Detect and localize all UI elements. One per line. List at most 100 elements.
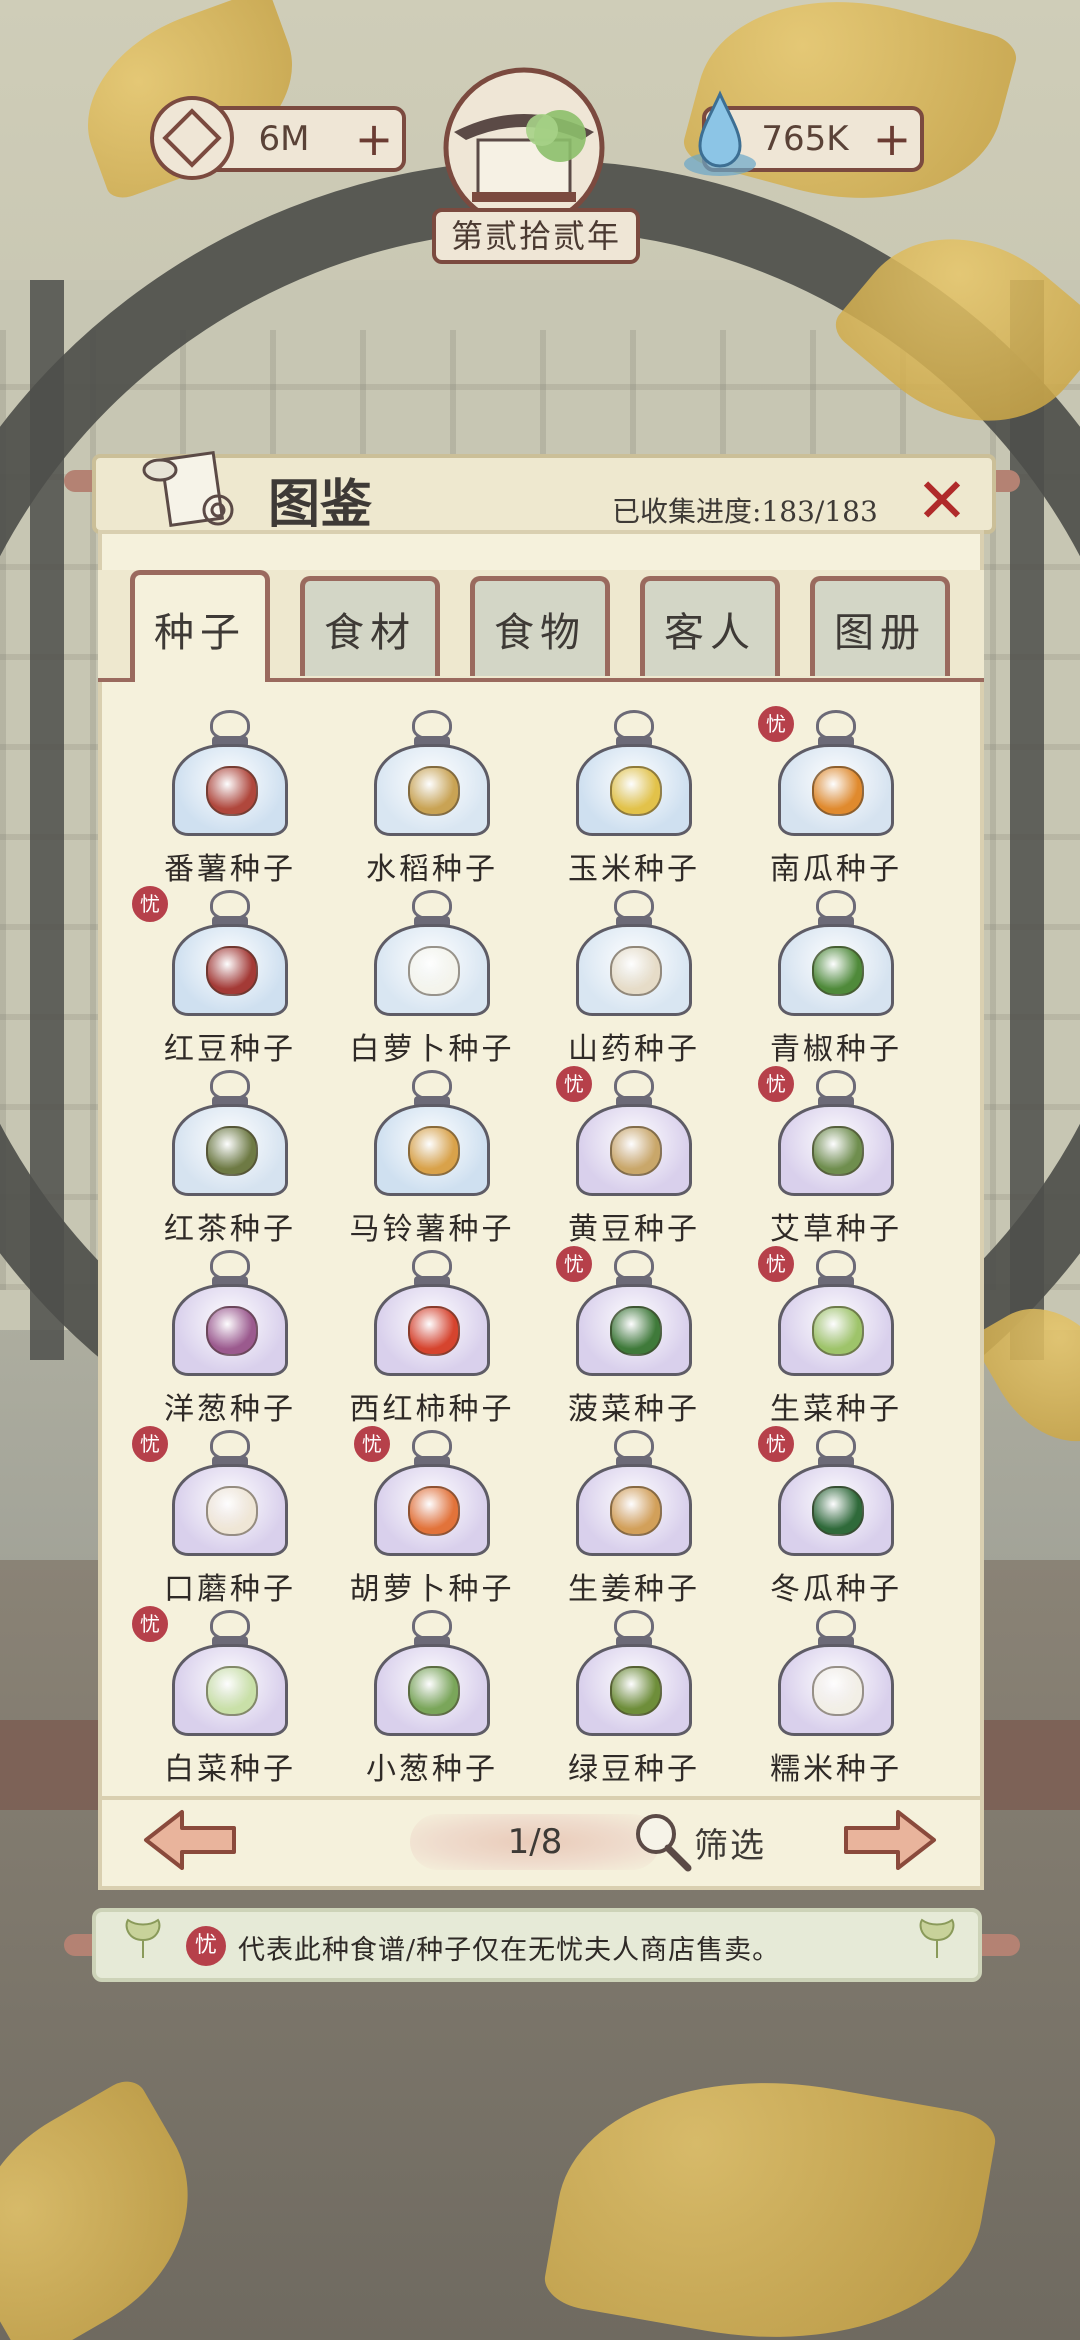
seed-card[interactable]: 忧南瓜种子 <box>736 704 936 887</box>
panel-title: 图鉴 <box>268 474 373 535</box>
seed-name: 白萝卜种子 <box>349 1032 515 1067</box>
page-indicator: 1/8 <box>410 1814 660 1870</box>
seed-card[interactable]: 水稻种子 <box>332 704 532 887</box>
seed-bag-icon <box>374 1610 490 1736</box>
seed-bag-icon <box>778 1610 894 1736</box>
seed-name: 绿豆种子 <box>568 1752 700 1787</box>
seed-name: 黄豆种子 <box>568 1212 700 1247</box>
vegetable-icon <box>206 1666 258 1716</box>
scroll-icon <box>142 451 234 527</box>
collection-progress: 已收集进度:183/183 <box>612 495 878 528</box>
close-icon: ✕ <box>916 463 968 537</box>
vegetable-icon <box>408 1126 460 1176</box>
ginkgo-leaf-icon <box>919 1918 955 1958</box>
vegetable-icon <box>408 1306 460 1356</box>
seed-bag-icon <box>172 1070 288 1196</box>
seed-name: 小葱种子 <box>366 1752 498 1787</box>
seed-name: 冬瓜种子 <box>770 1572 902 1607</box>
vegetable-icon <box>610 1666 662 1716</box>
shop-exclusive-badge-icon: 忧 <box>554 1064 594 1104</box>
seed-card[interactable]: 忧白菜种子 <box>130 1604 330 1787</box>
water-drop-icon <box>684 90 756 176</box>
seed-card[interactable]: 糯米种子 <box>736 1604 936 1787</box>
seed-name: 菠菜种子 <box>568 1392 700 1427</box>
seed-card[interactable]: 忧红豆种子 <box>130 884 330 1067</box>
seed-grid: 番薯种子 水稻种子 玉米种子忧南瓜种子忧红豆种子 白萝卜种子 山药种子 青椒种子 红茶种子马… <box>130 704 950 1794</box>
seed-card[interactable]: 白萝卜种子 <box>332 884 532 1067</box>
seed-card[interactable]: 马铃薯种子 <box>332 1064 532 1247</box>
seed-card[interactable]: 玉米种子 <box>534 704 734 887</box>
gem-add-button[interactable]: + <box>864 116 920 162</box>
coin-add-button[interactable]: + <box>346 116 402 162</box>
prev-page-button[interactable] <box>142 1808 238 1872</box>
vegetable-icon <box>206 1486 258 1536</box>
seed-bag-icon <box>576 710 692 836</box>
seed-name: 红茶种子 <box>164 1212 296 1247</box>
seed-card[interactable]: 绿豆种子 <box>534 1604 734 1787</box>
seed-bag-icon <box>374 890 490 1016</box>
seed-bag-icon <box>172 710 288 836</box>
seed-card[interactable]: 番薯种子 <box>130 704 330 887</box>
shop-exclusive-badge-icon: 忧 <box>554 1244 594 1284</box>
seed-card[interactable]: 洋葱种子 <box>130 1244 330 1427</box>
seed-card[interactable]: 生姜种子 <box>534 1424 734 1607</box>
shop-exclusive-badge-icon: 忧 <box>130 1604 170 1644</box>
tab-seeds[interactable]: 种子 <box>130 570 270 682</box>
vegetable-icon <box>812 766 864 816</box>
seed-card[interactable]: 忧冬瓜种子 <box>736 1424 936 1607</box>
seed-card[interactable]: 忧黄豆种子 <box>534 1064 734 1247</box>
seed-card[interactable]: 红茶种子 <box>130 1064 330 1247</box>
seed-name: 青椒种子 <box>770 1032 902 1067</box>
seed-name: 白菜种子 <box>164 1752 296 1787</box>
tab-food[interactable]: 食物 <box>470 576 610 676</box>
seed-name: 山药种子 <box>568 1032 700 1067</box>
shop-exclusive-badge-icon: 忧 <box>756 1064 796 1104</box>
seed-bag-icon <box>576 890 692 1016</box>
seed-bag-icon <box>374 710 490 836</box>
shop-exclusive-badge-icon: 忧 <box>130 884 170 924</box>
seed-name: 马铃薯种子 <box>349 1212 515 1247</box>
magnifier-icon[interactable] <box>628 1808 694 1874</box>
filter-button[interactable]: 筛选 <box>694 1818 766 1867</box>
seed-card[interactable]: 忧菠菜种子 <box>534 1244 734 1427</box>
vegetable-icon <box>610 1126 662 1176</box>
tab-album[interactable]: 图册 <box>810 576 950 676</box>
vegetable-icon <box>408 766 460 816</box>
vegetable-icon <box>408 1486 460 1536</box>
pager-divider <box>98 1796 984 1800</box>
shop-exclusive-badge-icon: 忧 <box>756 1424 796 1464</box>
seed-card[interactable]: 忧生菜种子 <box>736 1244 936 1427</box>
seed-bag-icon <box>172 1250 288 1376</box>
seed-card[interactable]: 山药种子 <box>534 884 734 1067</box>
seed-bag-icon <box>778 890 894 1016</box>
vegetable-icon <box>812 946 864 996</box>
vegetable-icon <box>206 766 258 816</box>
seed-name: 生姜种子 <box>568 1572 700 1607</box>
vegetable-icon <box>206 946 258 996</box>
tab-ingredients[interactable]: 食材 <box>300 576 440 676</box>
seed-card[interactable]: 青椒种子 <box>736 884 936 1067</box>
vegetable-icon <box>408 1666 460 1716</box>
seed-bag-icon <box>172 1610 288 1736</box>
seed-card[interactable]: 小葱种子 <box>332 1604 532 1787</box>
seed-name: 南瓜种子 <box>770 852 902 887</box>
seed-card[interactable]: 忧口蘑种子 <box>130 1424 330 1607</box>
seed-bag-icon <box>374 1250 490 1376</box>
vegetable-icon <box>812 1666 864 1716</box>
seed-card[interactable]: 忧艾草种子 <box>736 1064 936 1247</box>
ginkgo-leaf-icon <box>125 1918 161 1958</box>
tab-guests[interactable]: 客人 <box>640 576 780 676</box>
next-page-button[interactable] <box>842 1808 938 1872</box>
seed-name: 艾草种子 <box>770 1212 902 1247</box>
year-label: 第贰拾贰年 <box>432 208 640 264</box>
seed-card[interactable]: 西红柿种子 <box>332 1244 532 1427</box>
shop-exclusive-badge-icon: 忧 <box>130 1424 170 1464</box>
vegetable-icon <box>206 1306 258 1356</box>
seed-bag-icon <box>576 1610 692 1736</box>
seed-bag-icon <box>576 1430 692 1556</box>
seed-bag-icon <box>374 1070 490 1196</box>
seed-name: 水稻种子 <box>366 852 498 887</box>
close-button[interactable]: ✕ <box>912 464 972 537</box>
shop-exclusive-badge-icon: 忧 <box>756 704 796 744</box>
seed-card[interactable]: 忧胡萝卜种子 <box>332 1424 532 1607</box>
